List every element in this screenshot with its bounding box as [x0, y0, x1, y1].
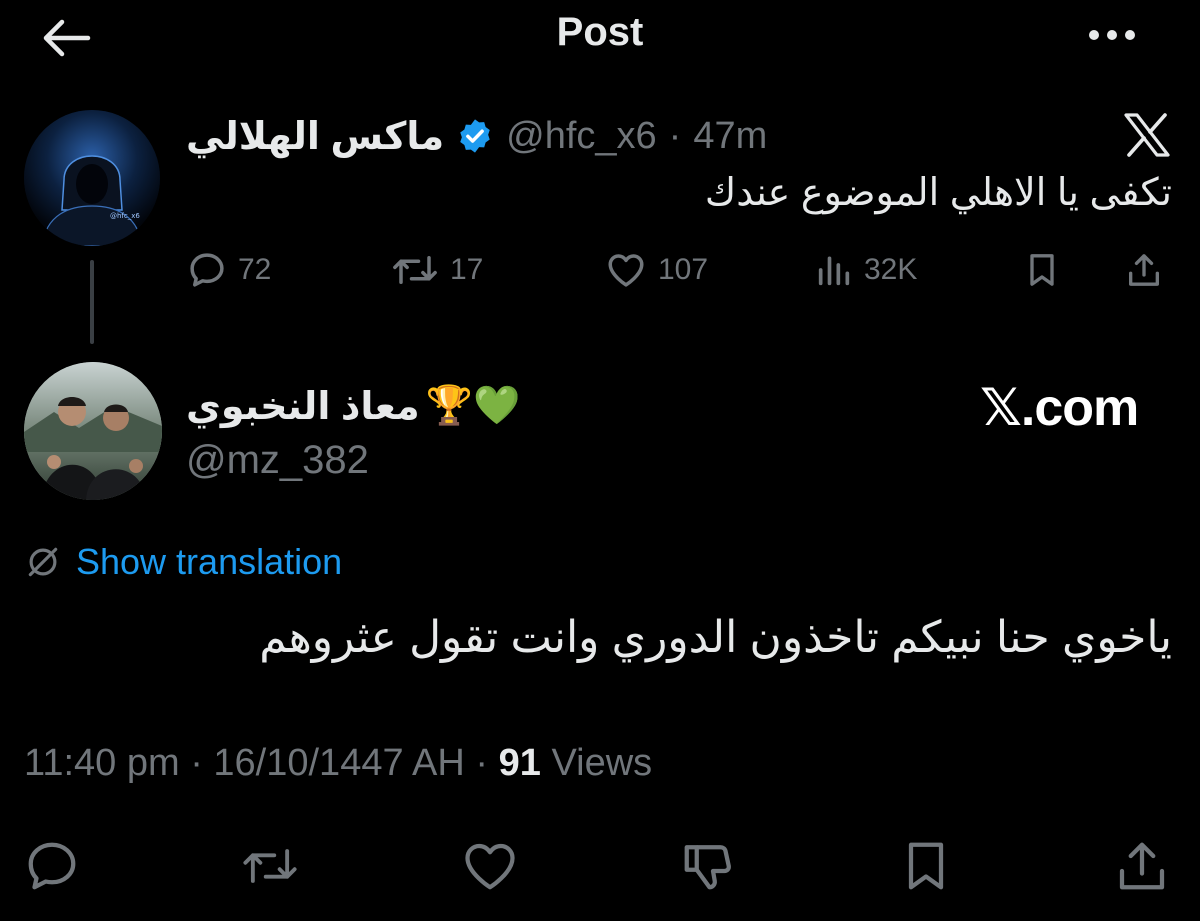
bookmark-icon	[1030, 254, 1054, 286]
like-icon	[608, 254, 644, 287]
avatar-caption: @hfc_x6	[110, 212, 140, 220]
avatar-hfc-x6[interactable]: @hfc_x6	[24, 110, 160, 246]
more-icon	[1089, 30, 1135, 40]
parent-tweet-header: 47m · @hfc_x6 ماكس الهلالي	[186, 108, 806, 164]
separator-dot: ·	[190, 742, 214, 784]
reply-icon	[28, 842, 76, 890]
separator-dot: ·	[475, 742, 499, 784]
like-button[interactable]	[460, 836, 520, 896]
dislike-button[interactable]	[678, 836, 738, 896]
translate-icon	[28, 547, 58, 577]
views-icon	[818, 256, 850, 286]
two-men-photo-avatar-image	[24, 362, 162, 500]
show-translation-label[interactable]: Show translation	[76, 541, 342, 583]
repost-icon	[243, 849, 297, 883]
name-emoji: 💚🏆	[425, 385, 521, 427]
reply-icon	[190, 253, 224, 287]
x-logo-icon	[1122, 112, 1172, 158]
tweet-time[interactable]: 47m	[693, 115, 767, 158]
share-icon	[1129, 254, 1159, 286]
bookmark-button[interactable]	[896, 836, 956, 896]
bookmark-action[interactable]	[1022, 248, 1062, 292]
repost-icon	[393, 256, 437, 284]
views-count: 32K	[864, 253, 918, 286]
author-handle[interactable]: @mz_382	[186, 438, 369, 483]
reply-count: 72	[238, 253, 272, 286]
hooded-figure-avatar-image: @hfc_x6	[24, 110, 160, 246]
reply-tweet-text: ياخوي حنا نبيكم تاخذون الدوري وانت تقول …	[259, 613, 1172, 662]
x-com-watermark: 𝕏.com	[980, 379, 1139, 437]
share-icon	[1119, 842, 1165, 890]
bookmark-icon	[908, 842, 944, 890]
tweet-date[interactable]: 16/10/1447 AH	[213, 742, 464, 784]
dislike-icon	[684, 845, 731, 890]
views-action[interactable]: 32K	[814, 248, 917, 292]
share-button[interactable]	[1112, 836, 1172, 896]
author-name[interactable]: معاذ النخبوي	[186, 384, 420, 429]
reply-button[interactable]	[22, 836, 82, 896]
views-label: Views	[551, 742, 653, 784]
repost-count: 17	[450, 253, 484, 286]
tweet-timestamp[interactable]: 11:40 pm	[24, 742, 180, 784]
parent-tweet-text: تكفى يا الاهلي الموضوع عندك	[704, 172, 1172, 214]
thread-connector-line	[90, 260, 94, 344]
more-button[interactable]	[1082, 20, 1142, 50]
views-count: 91	[498, 742, 541, 784]
like-count: 107	[658, 253, 709, 286]
avatar-mz-382[interactable]	[24, 362, 162, 500]
share-action[interactable]	[1124, 248, 1164, 292]
reply-action[interactable]: 72	[186, 248, 271, 292]
author-name[interactable]: ماكس الهلالي	[186, 114, 444, 159]
tweet-metadata: 11:40 pm · 16/10/1447 AH · 91 Views	[24, 742, 652, 785]
page-title: Post	[556, 10, 644, 54]
show-translation-link[interactable]: Show translation	[24, 538, 342, 586]
reply-tweet-header: معاذ النخبوي 💚🏆	[186, 378, 520, 434]
repost-button[interactable]	[240, 836, 300, 896]
author-handle[interactable]: @hfc_x6	[506, 115, 657, 158]
verified-badge-icon	[456, 117, 494, 155]
like-action[interactable]: 107	[604, 248, 708, 292]
like-icon	[465, 843, 515, 890]
separator-dot: ·	[668, 114, 682, 157]
repost-action[interactable]: 17	[390, 248, 483, 292]
